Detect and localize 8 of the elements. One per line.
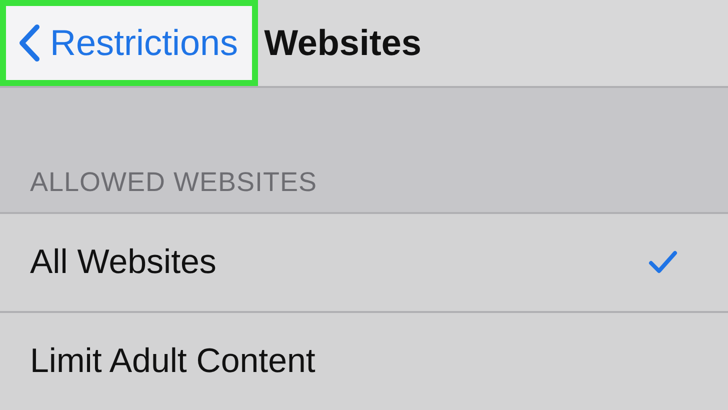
row-label: Limit Adult Content xyxy=(30,342,316,381)
section-header: ALLOWED WEBSITES xyxy=(30,166,318,198)
page-title: Websites xyxy=(264,22,422,64)
chevron-left-icon xyxy=(18,24,40,62)
back-button[interactable]: Restrictions xyxy=(0,0,258,86)
row-label: All Websites xyxy=(30,242,216,282)
list-row[interactable]: Limit Adult Content xyxy=(0,310,728,410)
list-row[interactable]: All Websites xyxy=(0,212,728,311)
